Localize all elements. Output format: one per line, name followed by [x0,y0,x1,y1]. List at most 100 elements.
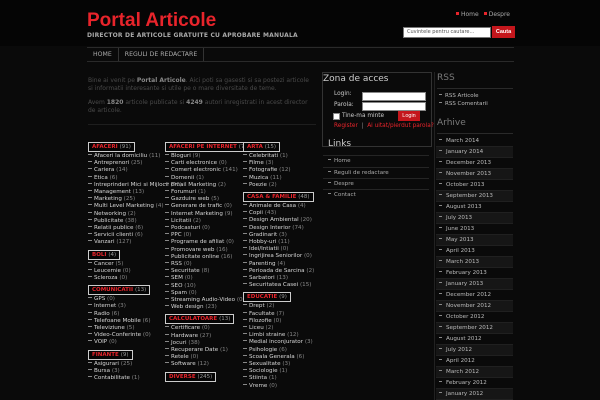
nav-home[interactable]: HOME [87,48,119,61]
search-input[interactable]: Cuvintele pentru cautare... [403,27,491,38]
subcategory-item[interactable]: Promovare web (16) [165,247,254,254]
archive-item[interactable]: February 2012 [436,378,513,389]
subcategory-item[interactable]: Certificare (0) [165,325,234,332]
archive-item[interactable]: January 2013 [436,279,513,290]
subcategory-item[interactable]: Telefoane Mobile (6) [88,318,151,325]
login-button[interactable]: Login [398,111,420,121]
subcategory-item[interactable]: Contabilitate (1) [88,375,140,382]
site-logo[interactable]: Portal Articole [87,10,216,32]
login-input[interactable] [362,92,426,101]
subcategory-item[interactable]: Filme (3) [243,160,291,167]
forgot-password-link[interactable]: Ai uitat/pierdut parola? [367,123,434,129]
category-heading[interactable]: BOLI (4) [88,249,121,260]
subcategory-item[interactable]: Facultate (7) [243,311,313,318]
subcategory-item[interactable]: Idei/Intiatii (0) [243,246,314,253]
category-heading[interactable]: ARTA (15) [243,142,281,152]
subcategory-item[interactable]: Internet Marketing (9) [165,211,254,218]
subcategory-item[interactable]: Securitate (8) [165,268,254,275]
archive-item[interactable]: March 2014 [436,136,513,147]
archive-item[interactable]: March 2013 [436,257,513,268]
subcategory-item[interactable]: Drept (2) [243,303,313,310]
subcategory-item[interactable]: Publicitate online (16) [165,254,254,261]
subcategory-item[interactable]: Psihologie (6) [243,347,313,354]
archive-item[interactable]: June 2013 [436,224,513,235]
subcategory-item[interactable]: Cancer (5) [88,261,131,268]
archive-item[interactable]: September 2012 [436,323,513,334]
category-heading[interactable]: CALCULATOARE (13) [165,314,235,325]
archive-item[interactable]: January 2012 [436,389,513,400]
subcategory-item[interactable]: Bursa (3) [88,368,140,375]
subcategory-item[interactable]: Vreme (0) [243,383,313,390]
archive-item[interactable]: August 2012 [436,334,513,345]
subcategory-item[interactable]: Muzica (11) [243,175,291,182]
subcategory-item[interactable]: Comert electronic (141) [165,167,254,174]
link-home[interactable]: Home [323,155,429,167]
category-heading[interactable]: COMUNICATII (13) [88,285,151,296]
top-link-despre[interactable]: Despre [489,11,510,18]
subcategory-item[interactable]: Email Marketing (2) [165,182,254,189]
subcategory-item[interactable]: Sexualitate (3) [243,361,313,368]
subcategory-item[interactable]: Streaming Audio-Video (0) [165,297,254,304]
nav-reguli[interactable]: REGULI DE REDACTARE [119,48,205,61]
archive-item[interactable]: December 2013 [436,158,513,169]
subcategory-item[interactable]: SEO (10) [165,283,254,290]
subcategory-item[interactable]: Gazduire web (5) [165,196,254,203]
subcategory-item[interactable]: Spam (0) [165,290,254,297]
subcategory-item[interactable]: Forumuri (1) [165,189,254,196]
search-button[interactable]: Cauta [492,26,515,38]
subcategory-item[interactable]: Perioada de Sarcina (2) [243,268,314,275]
subcategory-item[interactable]: Liceu (2) [243,325,313,332]
register-link[interactable]: Register [334,123,358,129]
category-heading[interactable]: DIVERSE (245) [165,371,217,382]
rss-articole-link[interactable]: RSS Articole [437,92,479,100]
archive-item[interactable]: December 2012 [436,290,513,301]
archive-item[interactable]: May 2013 [436,235,513,246]
subcategory-item[interactable]: Hardware (27) [165,333,234,340]
subcategory-item[interactable]: Limbi straine (12) [243,332,313,339]
subcategory-item[interactable]: Jocuri (38) [165,340,234,347]
subcategory-item[interactable]: Podcasturi (0) [165,225,254,232]
category-heading[interactable]: CASA & FAMILIE (48) [243,192,314,202]
subcategory-item[interactable]: Sociologie (1) [243,368,313,375]
subcategory-item[interactable]: PPC (0) [165,232,254,239]
subcategory-item[interactable]: Generare de trafic (0) [165,203,254,210]
subcategory-item[interactable]: RSS (0) [165,261,254,268]
subcategory-item[interactable]: Filozofie (0) [243,318,313,325]
subcategory-item[interactable]: Video-Conferinte (0) [88,332,151,339]
archive-item[interactable]: November 2012 [436,301,513,312]
subcategory-item[interactable]: SEM (0) [165,275,254,282]
subcategory-item[interactable]: Carti electronice (0) [165,160,254,167]
subcategory-item[interactable]: Retele (0) [165,354,234,361]
category-heading[interactable]: EDUCATIE (9) [243,292,291,303]
archive-item[interactable]: October 2012 [436,312,513,323]
password-input[interactable] [362,102,426,111]
subcategory-item[interactable]: Celebritati (1) [243,153,291,160]
subcategory-item[interactable]: Sarbatori (13) [243,275,314,282]
link-contact[interactable]: Contact [323,189,429,201]
rss-comentarii-link[interactable]: RSS Comentarii [437,100,488,108]
subcategory-item[interactable]: Programe de afiliat (0) [165,239,254,246]
top-link-home[interactable]: Home [461,11,479,18]
subcategory-item[interactable]: Licitatii (2) [165,218,254,225]
archive-item[interactable]: October 2013 [436,180,513,191]
subcategory-item[interactable]: Recuperare Date (1) [165,347,234,354]
archive-item[interactable]: March 2012 [436,367,513,378]
archive-item[interactable]: July 2012 [436,345,513,356]
subcategory-item[interactable]: Domenii (1) [165,175,254,182]
subcategory-item[interactable]: Leucemie (0) [88,268,131,275]
subcategory-item[interactable]: Internet (3) [88,303,151,310]
category-heading[interactable]: AFACERI PE INTERNET (73) [165,142,255,152]
archive-item[interactable]: August 2013 [436,202,513,213]
subcategory-item[interactable]: Asigurari (25) [88,361,140,368]
subcategory-item[interactable]: Bloguri (9) [165,153,254,160]
archive-item[interactable]: April 2012 [436,356,513,367]
subcategory-item[interactable]: Medial inconjurator (3) [243,339,313,346]
subcategory-item[interactable]: Ingrijirea Seniorilor (0) [243,253,314,260]
subcategory-item[interactable]: GPS (0) [88,296,151,303]
subcategory-item[interactable]: Parenting (4) [243,261,314,268]
archive-item[interactable]: November 2013 [436,169,513,180]
archive-item[interactable]: July 2013 [436,213,513,224]
archive-item[interactable]: January 2014 [436,147,513,158]
subcategory-item[interactable]: Stiinta (1) [243,375,313,382]
archive-item[interactable]: April 2013 [436,246,513,257]
